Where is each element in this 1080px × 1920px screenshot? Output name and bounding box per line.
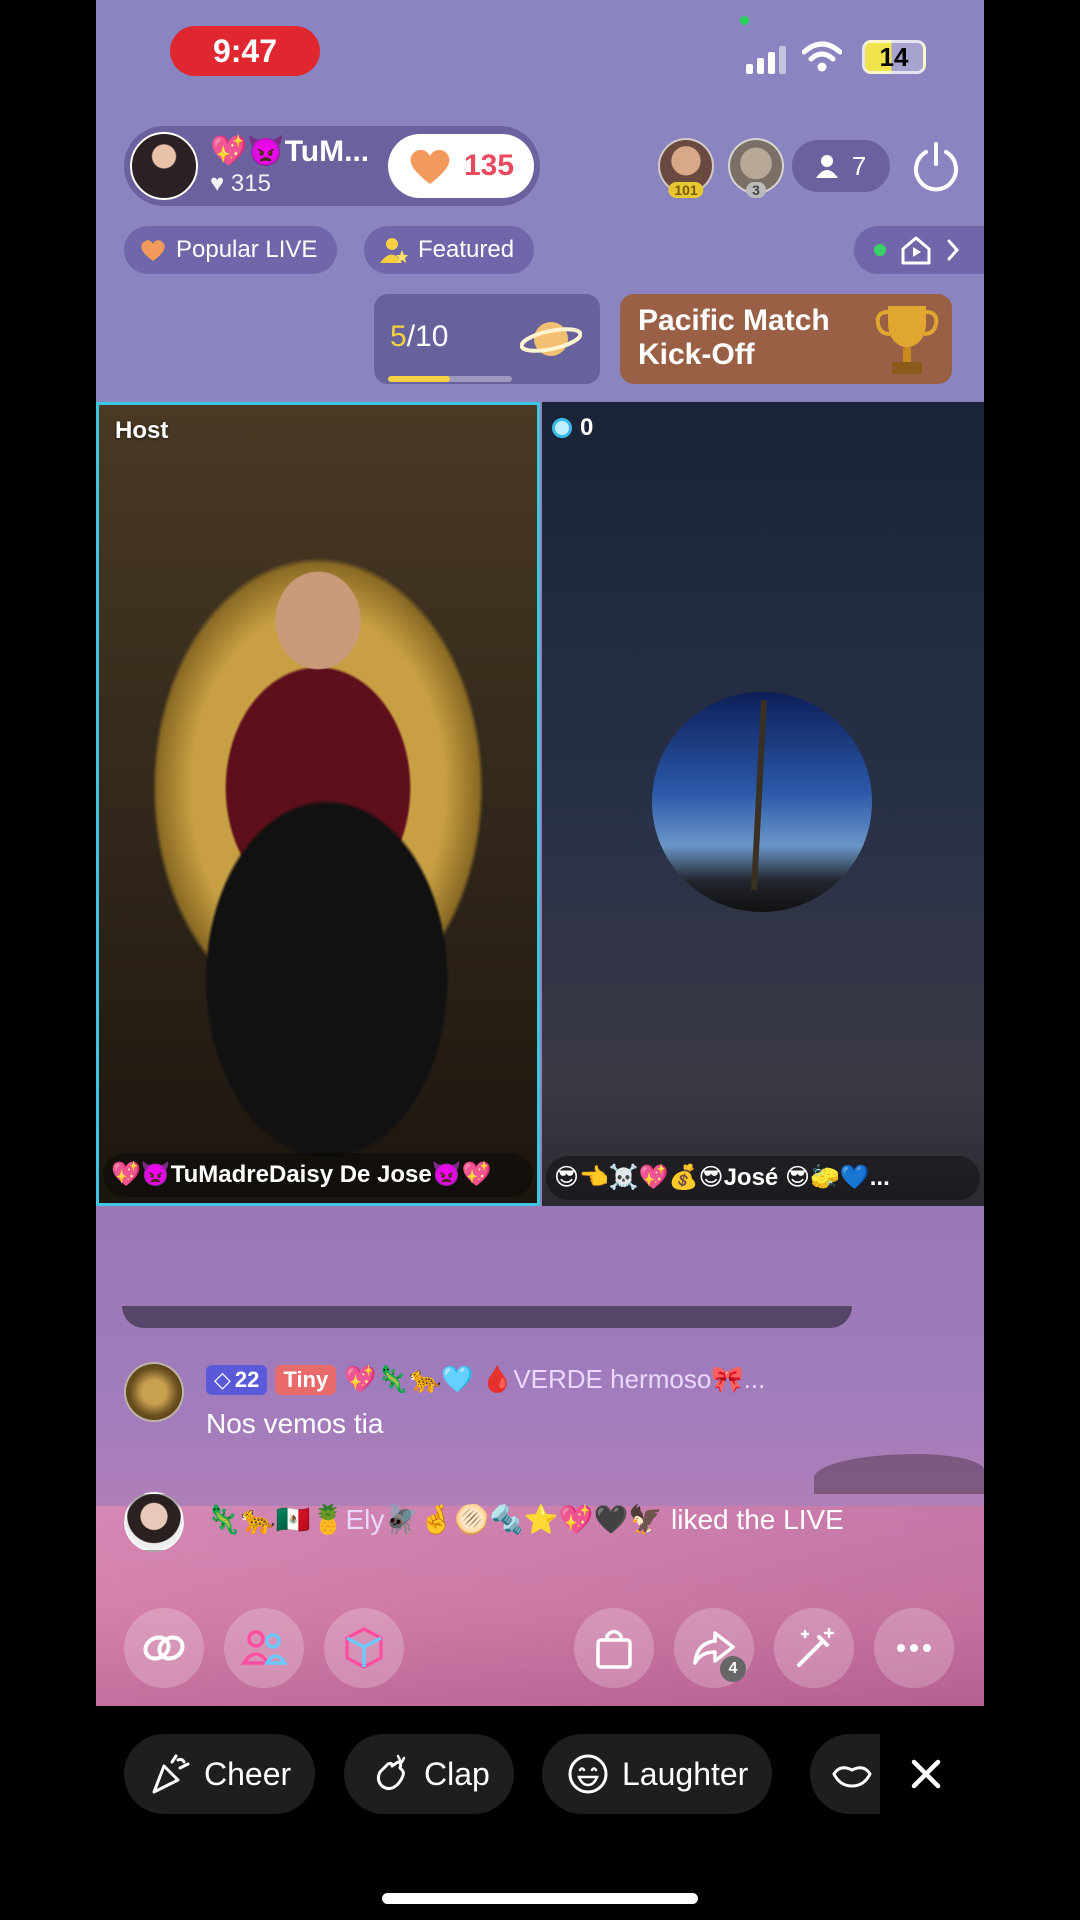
- cellular-signal-icon: [746, 44, 786, 74]
- chat-message[interactable]: 🦎🐆🇲🇽🍍Ely🪰🤞🫓🔩⭐💖🖤🦅 liked the LIVE: [124, 1492, 954, 1592]
- goal-current: 5: [390, 320, 407, 353]
- close-icon[interactable]: [904, 1752, 948, 1796]
- pinned-message-bar[interactable]: [122, 1306, 852, 1328]
- chat-username: 🦎🐆🇲🇽🍍Ely🪰🤞🫓🔩⭐💖🖤🦅: [206, 1504, 664, 1535]
- shopping-bag-icon: [596, 1629, 632, 1669]
- guest-score-value: 0: [580, 414, 594, 441]
- follow-heart-button[interactable]: 135: [388, 134, 534, 198]
- level-badge: ◇ 22: [206, 1364, 268, 1395]
- viewer-rank-badge: 3: [746, 182, 766, 198]
- guest-avatar[interactable]: [652, 692, 872, 912]
- guest-score: 0: [552, 414, 593, 442]
- tower-image: [751, 699, 767, 891]
- home-play-icon: [901, 236, 931, 265]
- party-icon: [152, 1754, 190, 1794]
- host-name: 💖👿TuM...: [210, 135, 370, 168]
- laugh-icon: [568, 1754, 608, 1794]
- magic-button[interactable]: [774, 1608, 854, 1688]
- trophy-icon: [875, 306, 939, 374]
- guest-name-bar: 😎👈☠️💖💰😎José 😎🧽💙...: [546, 1156, 980, 1200]
- chat-username: 💖🦎🐆🩵 🩸VERDE hermoso🎀...: [344, 1364, 766, 1394]
- status-time: 9:47: [170, 26, 320, 76]
- chat-avatar[interactable]: [124, 1492, 184, 1552]
- share-count: 4: [720, 1656, 746, 1682]
- diamond-icon: ◇: [214, 1366, 231, 1392]
- chat-text: Nos vemos tia: [206, 1408, 384, 1439]
- reaction-label: Laughter: [622, 1755, 749, 1792]
- share-button[interactable]: 4: [674, 1608, 754, 1688]
- link-button[interactable]: [124, 1608, 204, 1688]
- live-dot-icon: [874, 244, 886, 256]
- live-stream-screen: 9:47 14 💖👿TuM... ♥ 315 135 101 3 7 Popul…: [96, 0, 984, 1706]
- power-icon[interactable]: [910, 140, 962, 192]
- person-star-icon: [380, 238, 408, 263]
- reaction-more-button[interactable]: [810, 1734, 880, 1814]
- goal-progress-fill: [388, 376, 450, 382]
- goal-progress-text: 5/10: [390, 320, 448, 354]
- battery-indicator: 14: [862, 40, 926, 74]
- top-viewer-avatar[interactable]: 101: [658, 138, 714, 198]
- heart-icon: [141, 240, 165, 261]
- host-avatar[interactable]: [130, 132, 198, 200]
- viewer-count: 7: [851, 150, 867, 181]
- multi-guest-button[interactable]: [224, 1608, 304, 1688]
- goal-progress-card[interactable]: 5/10: [374, 294, 600, 384]
- score-icon: [552, 418, 572, 438]
- tag-label: Featured: [418, 236, 515, 263]
- shop-button[interactable]: [574, 1608, 654, 1688]
- person-icon: [815, 155, 838, 178]
- goal-total: /10: [406, 320, 449, 353]
- cube-icon: [345, 1627, 383, 1669]
- guest-video-panel[interactable]: 0 😎👈☠️💖💰😎José 😎🧽💙...: [542, 402, 984, 1206]
- host-video-panel[interactable]: Host 💖👿TuMadreDaisy De Jose👿💖: [96, 402, 540, 1206]
- chevron-right-icon: [947, 239, 960, 261]
- goal-progress-bar: [388, 376, 512, 382]
- fan-badge: Tiny: [275, 1364, 337, 1395]
- tag-label: Popular LIVE: [176, 236, 318, 263]
- host-likes-count: 315: [230, 170, 271, 197]
- tag-popular-live[interactable]: Popular LIVE: [124, 226, 338, 274]
- tag-featured[interactable]: Featured: [364, 226, 535, 274]
- host-likes: ♥ 315: [210, 170, 271, 198]
- follow-count: 135: [463, 149, 515, 182]
- reaction-laughter-button[interactable]: Laughter: [542, 1734, 773, 1814]
- magic-wand-icon: [797, 1627, 835, 1667]
- top-viewer-avatar[interactable]: 3: [728, 138, 784, 198]
- clap-icon: [376, 1754, 406, 1791]
- heart-icon: [410, 149, 450, 184]
- status-bar: 9:47 14: [96, 0, 984, 110]
- wifi-icon: [802, 41, 842, 72]
- explore-live-button[interactable]: [854, 226, 984, 274]
- heart-icon: ♥: [210, 170, 225, 197]
- reaction-clap-button[interactable]: Clap: [344, 1734, 514, 1814]
- planet-icon: [520, 322, 582, 356]
- match-event-card[interactable]: Pacific Match Kick-Off: [620, 294, 952, 384]
- chat-message-header: ◇ 22 Tiny 💖🦎🐆🩵 🩸VERDE hermoso🎀...: [206, 1364, 936, 1395]
- viewer-rank-badge: 101: [668, 182, 704, 198]
- multi-guest-icon: [241, 1630, 287, 1665]
- more-button[interactable]: [874, 1608, 954, 1688]
- kiss-icon: [832, 1766, 872, 1788]
- home-indicator[interactable]: [382, 1893, 698, 1904]
- reaction-label: Clap: [424, 1755, 490, 1792]
- host-label: Host: [115, 417, 169, 444]
- reaction-cheer-button[interactable]: Cheer: [124, 1734, 316, 1814]
- host-info-pill[interactable]: 💖👿TuM... ♥ 315 135: [124, 126, 540, 206]
- chat-text: liked the LIVE: [671, 1504, 844, 1535]
- match-title-line1: Pacific Match: [638, 304, 830, 337]
- more-icon: [897, 1644, 931, 1652]
- chat-like-event: 🦎🐆🇲🇽🍍Ely🪰🤞🫓🔩⭐💖🖤🦅 liked the LIVE: [206, 1500, 926, 1540]
- chat-avatar[interactable]: [124, 1362, 184, 1422]
- match-title-line2: Kick-Off: [638, 338, 755, 371]
- viewer-count-button[interactable]: 7: [792, 140, 890, 192]
- match-title: Pacific Match Kick-Off: [638, 304, 830, 372]
- host-name-bar: 💖👿TuMadreDaisy De Jose👿💖: [103, 1153, 533, 1197]
- reaction-label: Cheer: [204, 1755, 292, 1792]
- level-value: 22: [234, 1366, 260, 1392]
- effects-button[interactable]: [324, 1608, 404, 1688]
- camera-indicator-icon: [740, 16, 749, 25]
- chat-message[interactable]: ◇ 22 Tiny 💖🦎🐆🩵 🩸VERDE hermoso🎀... Nos ve…: [124, 1362, 954, 1472]
- link-icon: [143, 1635, 185, 1661]
